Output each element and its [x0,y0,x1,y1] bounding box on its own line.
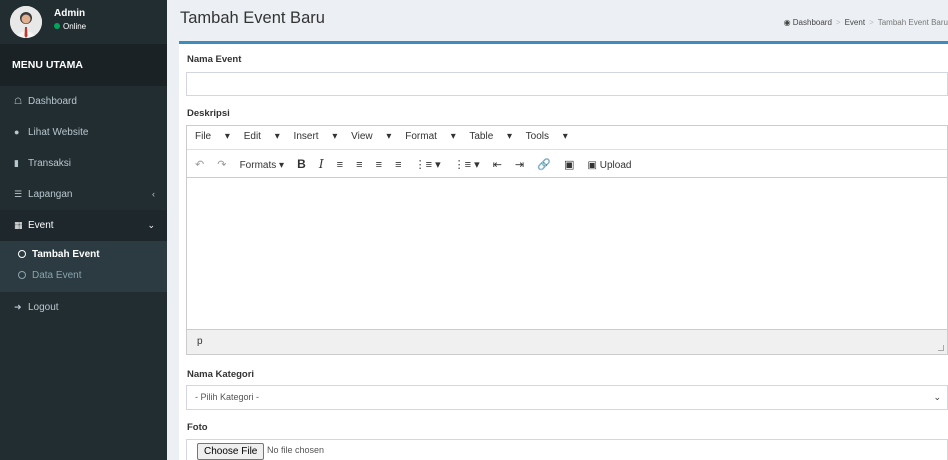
content-header: Tambah Event Baru ◉ Dashboard > Event > Tamb… [167,0,948,38]
chevron-down-icon: ⌄ [147,220,155,230]
menu-label: Edit [243,131,261,142]
bullet-list-icon[interactable]: ⋮≡ ▾ [415,151,441,179]
rich-text-editor: File ▾ Edit ▾ Insert ▾ View ▾ Format ▾ T… [186,125,948,355]
page-title: Tambah Event Baru [180,9,325,27]
sidebar-item-label: Lihat Website [28,127,89,138]
numbered-list-icon[interactable]: ⋮≡ ▾ [454,151,480,179]
sidebar-item-lapangan[interactable]: ☰ Lapangan ‹ [0,179,167,210]
bold-icon[interactable]: B [297,150,306,178]
menu-label: View [351,131,373,142]
menu-label: Insert [293,131,319,142]
sidebar-item-lihat-website[interactable]: ● Lihat Website [0,117,167,148]
user-status: Online [54,22,86,31]
editor-statusbar: p [187,330,947,354]
outdent-icon[interactable]: ⇤ [493,151,502,179]
nama-event-input[interactable] [186,72,948,96]
resize-handle-icon[interactable] [938,345,944,351]
menu-label: Format [405,131,437,142]
breadcrumb-current: Tambah Event Baru [877,18,948,27]
kategori-selected: - Pilih Kategori - [195,392,260,402]
image-icon[interactable]: ▣ [564,151,574,179]
upload-label: Upload [599,160,632,171]
breadcrumb-separator: > [869,18,874,27]
nama-event-label: Nama Event [187,54,242,65]
sidebar-item-label: Lapangan [28,189,73,200]
user-name: Admin [54,8,86,19]
file-status: No file chosen [267,445,325,455]
sidebar-item-label: Event [28,220,54,231]
globe-icon: ● [14,127,20,137]
user-panel: Admin Online [0,0,167,44]
foto-file-input[interactable]: Choose File No file chosen [186,439,948,460]
redo-icon[interactable]: ↷ [217,151,226,179]
indent-icon[interactable]: ⇥ [515,151,524,179]
home-icon: ☖ [14,96,23,106]
menu-edit[interactable]: Edit ▾ [244,131,280,142]
submenu-item-data-event[interactable]: Data Event [0,265,167,286]
online-dot-icon [54,23,60,29]
kategori-select[interactable]: - Pilih Kategori - ⌄ [186,385,948,410]
sidebar-item-label: Logout [28,302,59,313]
submenu-item-label: Tambah Event [32,249,100,260]
circle-icon [18,250,26,258]
menu-label: Table [469,131,494,142]
align-center-icon[interactable]: ≡ [356,151,362,179]
menu-label: File [195,131,212,142]
upload-image-icon: ▣ [587,160,597,171]
logout-icon: ➜ [14,302,22,312]
breadcrumb: ◉ Dashboard > Event > Tambah Event Baru [784,18,948,27]
circle-icon [18,271,26,279]
undo-icon[interactable]: ↶ [195,151,204,179]
menu-view[interactable]: View ▾ [351,131,391,142]
menu-table[interactable]: Table ▾ [469,131,512,142]
sidebar-item-dashboard[interactable]: ☖ Dashboard [0,86,167,117]
menu-tools[interactable]: Tools ▾ [526,131,568,142]
foto-label: Foto [187,422,208,433]
align-right-icon[interactable]: ≡ [376,151,382,179]
status-label: Online [63,22,87,31]
sidebar-item-transaksi[interactable]: ▮ Transaksi [0,148,167,179]
deskripsi-label: Deskripsi [187,108,230,119]
user-avatar [10,6,42,38]
link-icon[interactable]: 🔗 [537,151,551,179]
form-box: Nama Event Deskripsi File ▾ Edit ▾ Inser… [179,41,948,460]
menu-format[interactable]: Format ▾ [405,131,455,142]
editor-menubar: File ▾ Edit ▾ Insert ▾ View ▾ Format ▾ T… [187,126,947,150]
book-icon: ▮ [14,158,19,168]
formats-dropdown[interactable]: Formats ▾ [240,152,284,180]
editor-content-area[interactable] [187,178,947,330]
calendar-icon: ▦ [14,220,23,230]
editor-toolbar: ↶ ↷ Formats ▾ B I ≡ ≡ ≡ ≡ ⋮≡ ▾ ⋮≡ ▾ ⇤ ⇥ … [187,150,947,178]
menu-insert[interactable]: Insert ▾ [294,131,338,142]
sidebar: Admin Online MENU UTAMA ☖ Dashboard ● Liha… [0,0,167,460]
sidebar-item-event[interactable]: ▦ Event ⌄ [0,210,167,241]
menu-header: MENU UTAMA [0,44,167,86]
upload-button[interactable]: ▣ Upload [588,152,632,180]
chevron-down-icon: ⌄ [933,392,941,402]
breadcrumb-event[interactable]: Event [845,18,865,27]
submenu-item-label: Data Event [32,270,82,281]
dashboard-icon: ◉ [783,18,791,27]
submenu-item-tambah-event[interactable]: Tambah Event [0,244,167,265]
list-icon: ☰ [14,189,23,199]
event-submenu: Tambah Event Data Event [0,241,167,292]
chevron-left-icon: ‹ [152,189,155,199]
breadcrumb-dashboard[interactable]: Dashboard [793,18,832,27]
kategori-label: Nama Kategori [187,369,255,380]
sidebar-item-label: Dashboard [28,96,77,107]
italic-icon[interactable]: I [319,150,324,178]
choose-file-button[interactable]: Choose File [197,443,265,460]
menu-file[interactable]: File ▾ [195,131,230,142]
menu-label: Tools [525,131,550,142]
align-justify-icon[interactable]: ≡ [395,151,401,179]
sidebar-item-label: Transaksi [28,158,71,169]
breadcrumb-separator: > [835,18,841,27]
align-left-icon[interactable]: ≡ [337,151,343,179]
formats-label: Formats [239,160,277,171]
element-path[interactable]: p [197,336,203,347]
sidebar-item-logout[interactable]: ➜ Logout [0,292,167,323]
